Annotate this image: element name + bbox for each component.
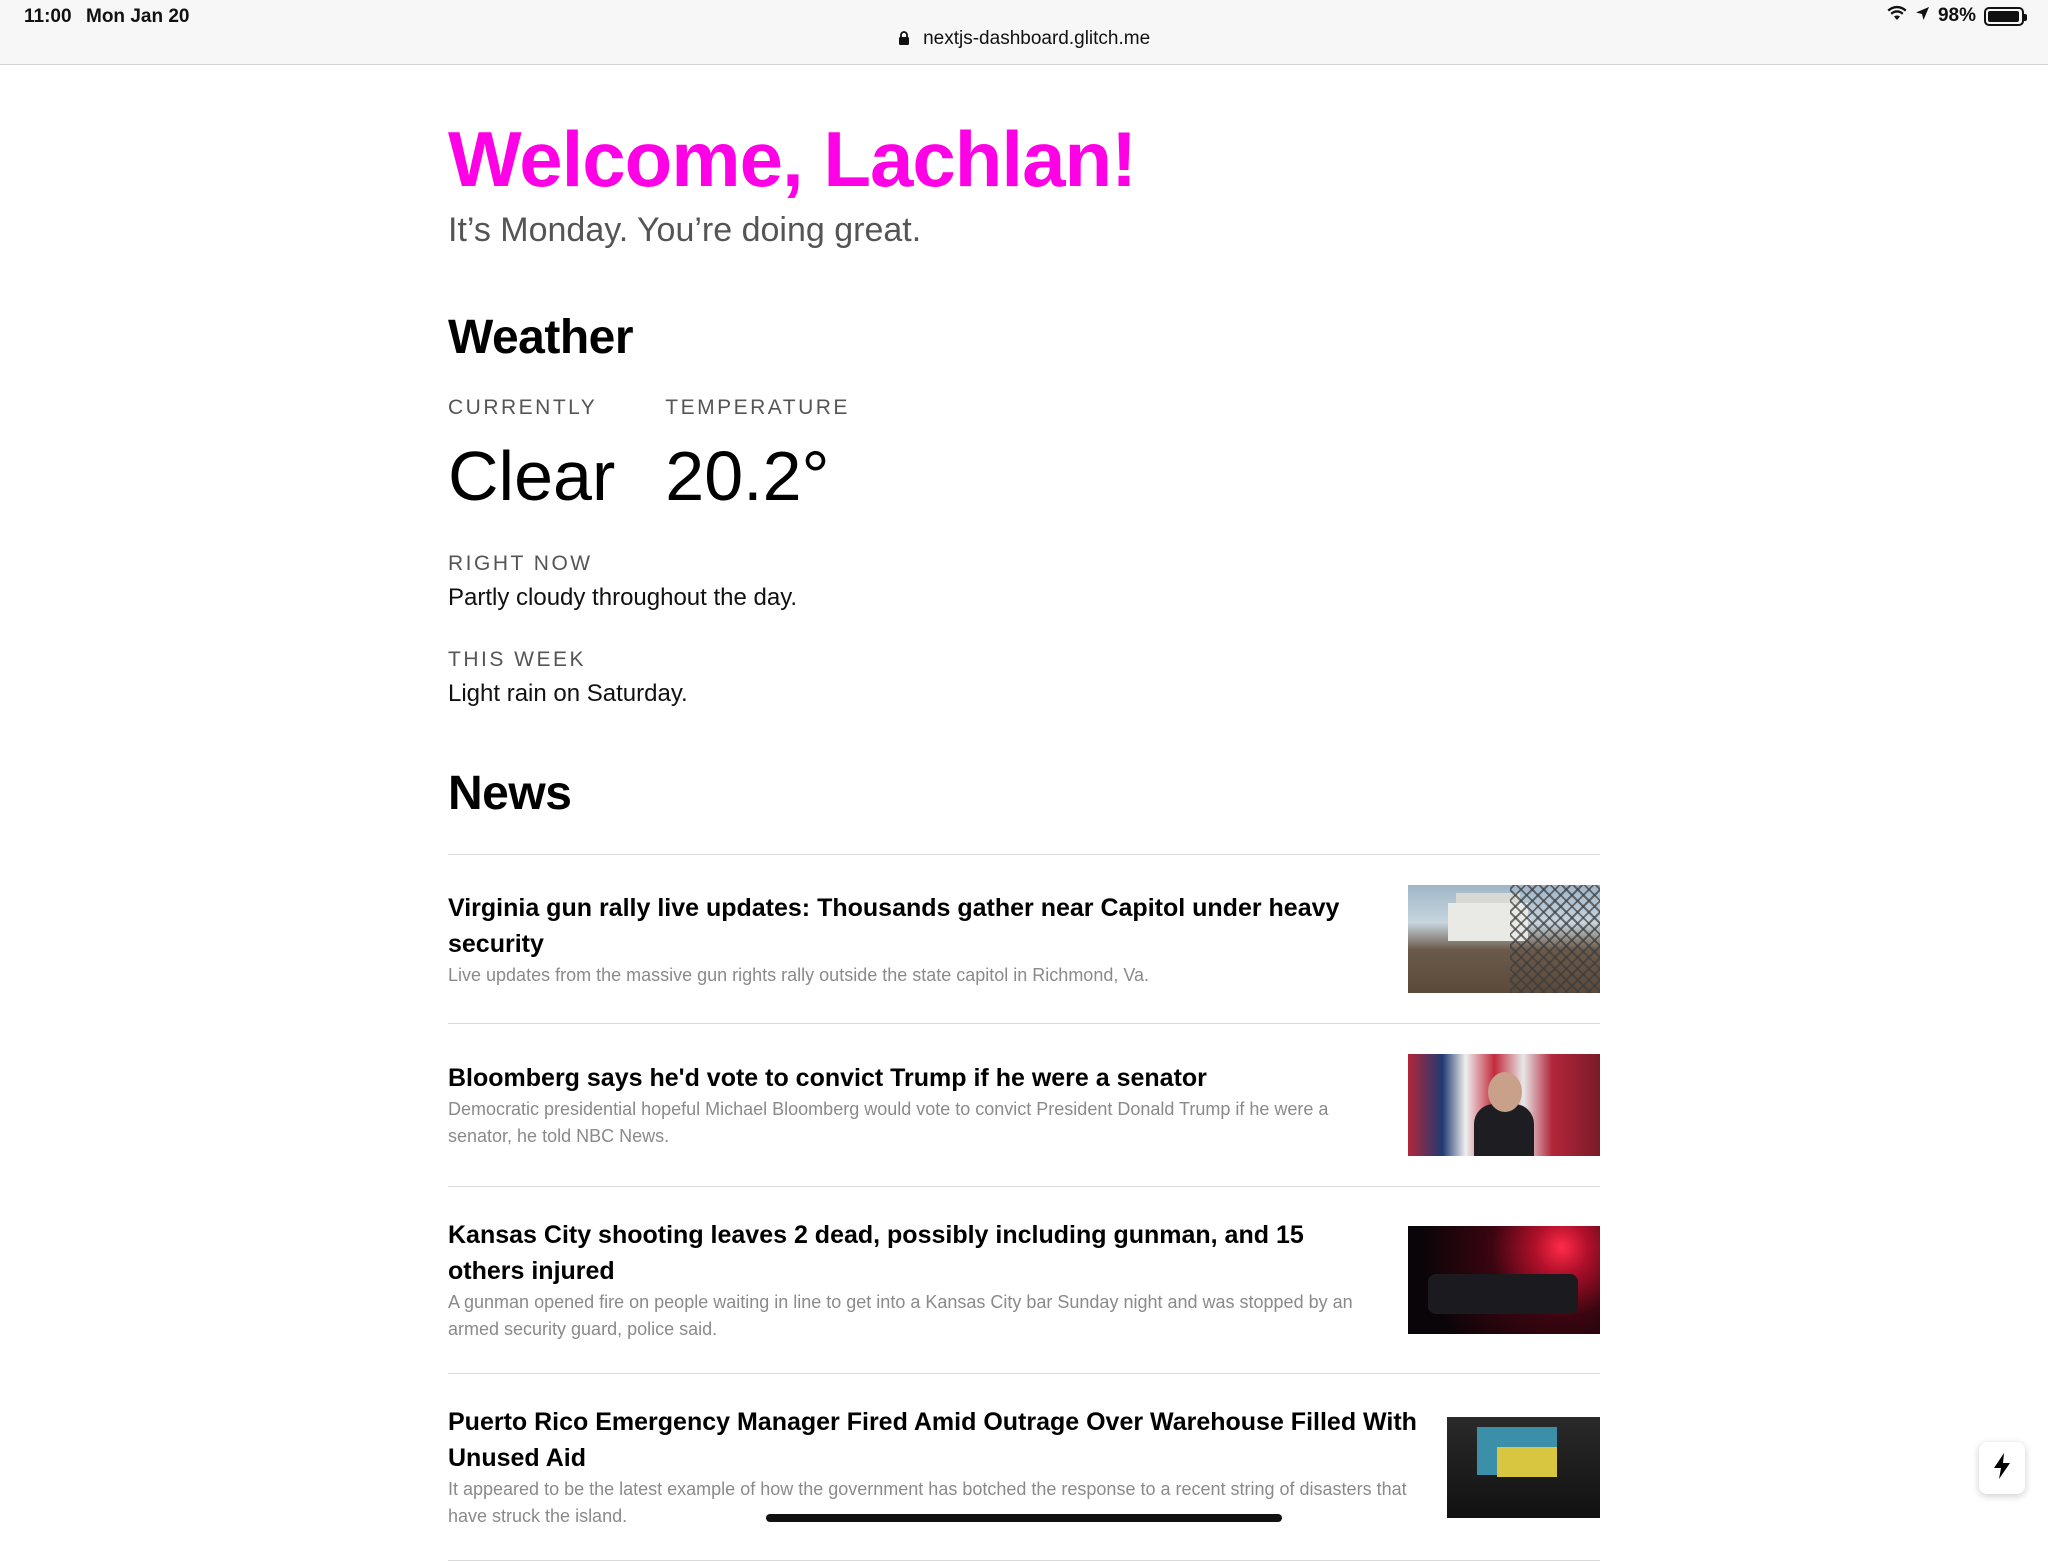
bloomberg-photo[interactable] bbox=[1408, 1054, 1600, 1156]
news-text: Virginia gun rally live updates: Thousan… bbox=[448, 890, 1408, 989]
currently-value: Clear bbox=[448, 437, 616, 515]
status-time: 11:00 bbox=[24, 6, 72, 27]
battery-percent: 98% bbox=[1937, 5, 1976, 26]
temperature-block: Temperature 20.2° bbox=[665, 396, 850, 518]
news-text: Puerto Rico Emergency Manager Fired Amid… bbox=[448, 1404, 1447, 1530]
warehouse-aid-photo[interactable] bbox=[1447, 1416, 1600, 1518]
dashboard-content: Welcome, Lachlan! It’s Monday. You’re do… bbox=[448, 65, 1600, 1561]
police-car-photo[interactable] bbox=[1408, 1226, 1600, 1334]
news-item[interactable]: Virginia gun rally live updates: Thousan… bbox=[448, 855, 1600, 1024]
news-description: A gunman opened fire on people waiting i… bbox=[448, 1292, 1353, 1339]
right-now-label: Right now bbox=[448, 552, 593, 575]
browser-top-bar: 11:00 Mon Jan 20 98% nextjs-dashboard.gl… bbox=[0, 0, 2048, 65]
this-week-text: Light rain on Saturday. bbox=[448, 680, 688, 707]
lightning-bolt-button[interactable] bbox=[1979, 1442, 2025, 1494]
temperature-value: 20.2° bbox=[665, 437, 830, 515]
news-description: Democratic presidential hopeful Michael … bbox=[448, 1099, 1329, 1146]
page-title: Welcome, Lachlan! bbox=[448, 115, 1137, 203]
weather-summary: Currently Clear Temperature 20.2° bbox=[448, 396, 1600, 518]
this-week-label: This week bbox=[448, 648, 587, 671]
news-title[interactable]: Puerto Rico Emergency Manager Fired Amid… bbox=[448, 1404, 1423, 1476]
temperature-label: Temperature bbox=[665, 396, 850, 419]
weather-heading: Weather bbox=[448, 311, 634, 364]
address-bar[interactable]: nextjs-dashboard.glitch.me bbox=[0, 28, 2048, 52]
person-head bbox=[1488, 1072, 1522, 1112]
this-week-block: This week Light rain on Saturday. bbox=[448, 648, 1600, 708]
right-now-block: Right now Partly cloudy throughout the d… bbox=[448, 552, 1600, 612]
currently-label: Currently bbox=[448, 396, 598, 419]
location-arrow-icon bbox=[1915, 5, 1930, 27]
status-indicators: 98% bbox=[1887, 5, 2027, 27]
battery-fill bbox=[1988, 10, 2020, 22]
lightning-bolt-icon bbox=[1993, 1452, 2011, 1484]
news-item[interactable]: Bloomberg says he'd vote to convict Trum… bbox=[448, 1024, 1600, 1187]
news-text: Kansas City shooting leaves 2 dead, poss… bbox=[448, 1217, 1408, 1343]
news-heading: News bbox=[448, 767, 572, 820]
capitol-photo[interactable] bbox=[1408, 885, 1600, 993]
aid-box bbox=[1497, 1446, 1557, 1477]
url-text: nextjs-dashboard.glitch.me bbox=[923, 28, 1151, 49]
right-now-text: Partly cloudy throughout the day. bbox=[448, 584, 798, 611]
lock-icon bbox=[898, 30, 910, 52]
status-date: Mon Jan 20 bbox=[86, 6, 190, 27]
home-indicator[interactable] bbox=[766, 1514, 1282, 1522]
news-text: Bloomberg says he'd vote to convict Trum… bbox=[448, 1060, 1408, 1150]
news-title[interactable]: Kansas City shooting leaves 2 dead, poss… bbox=[448, 1217, 1384, 1289]
news-title[interactable]: Bloomberg says he'd vote to convict Trum… bbox=[448, 1060, 1384, 1096]
page-subtitle: It’s Monday. You’re doing great. bbox=[448, 211, 922, 249]
news-description: Live updates from the massive gun rights… bbox=[448, 964, 1150, 985]
fence bbox=[1510, 885, 1600, 993]
battery-icon bbox=[1984, 6, 2027, 26]
news-list: Virginia gun rally live updates: Thousan… bbox=[448, 854, 1600, 1561]
news-title[interactable]: Virginia gun rally live updates: Thousan… bbox=[448, 890, 1384, 962]
currently-block: Currently Clear bbox=[448, 396, 615, 518]
wifi-icon bbox=[1887, 5, 1907, 27]
news-item[interactable]: Puerto Rico Emergency Manager Fired Amid… bbox=[448, 1374, 1600, 1561]
police-car bbox=[1428, 1274, 1578, 1314]
news-item[interactable]: Kansas City shooting leaves 2 dead, poss… bbox=[448, 1187, 1600, 1374]
